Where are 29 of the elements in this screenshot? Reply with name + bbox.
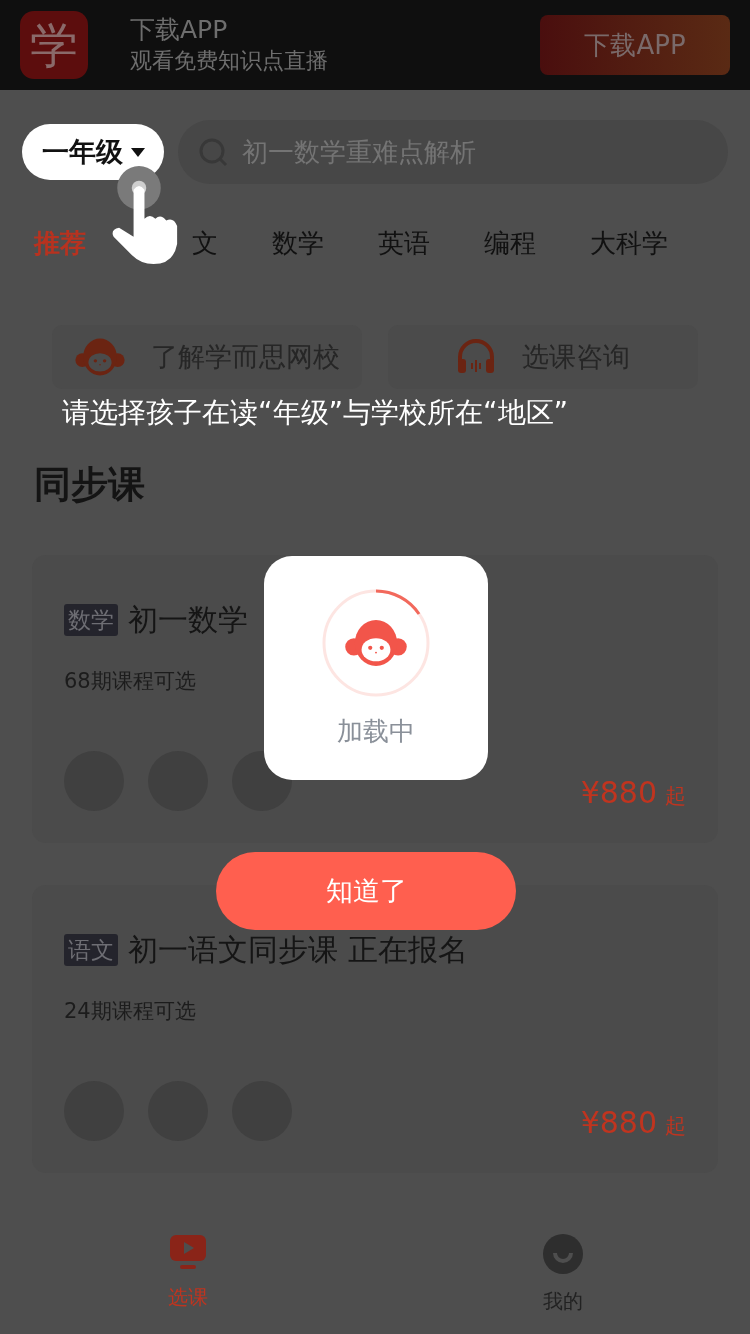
loading-spinner-icon bbox=[321, 588, 431, 698]
subject-tab[interactable]: 数学 bbox=[272, 224, 324, 263]
loading-label: 加载中 bbox=[337, 715, 415, 748]
nav-tab[interactable]: 选课 bbox=[0, 1234, 375, 1312]
subject-tab[interactable]: 英语 bbox=[378, 224, 430, 263]
guide-hint: 请选择孩子在读“年级”与学校所在“地区” bbox=[62, 395, 569, 431]
subject-tab[interactable]: 大科学 bbox=[590, 224, 668, 263]
subject-tab[interactable]: 文 bbox=[192, 224, 218, 263]
grade-selector[interactable]: 一年级 bbox=[22, 124, 164, 180]
price-suffix: 起 bbox=[665, 783, 686, 810]
price-suffix: 起 bbox=[665, 1113, 686, 1140]
subject-tag: 语文 bbox=[64, 933, 118, 966]
banner-title: 下载APP bbox=[130, 14, 229, 46]
tv-play-icon bbox=[168, 1234, 207, 1270]
monkey-logo-icon bbox=[345, 618, 407, 668]
headset-icon bbox=[456, 339, 496, 375]
course-price: ¥880 bbox=[580, 775, 657, 811]
caret-icon bbox=[130, 147, 145, 157]
course-price: ¥880 bbox=[580, 1105, 657, 1141]
app-logo: 学 bbox=[20, 11, 88, 79]
monkey-icon bbox=[74, 337, 125, 377]
banner-subtitle: 观看免费知识点直播 bbox=[130, 47, 328, 75]
section-title: 同步课 bbox=[34, 462, 145, 508]
subject-tab[interactable]: 推荐 bbox=[34, 224, 86, 263]
got-it-button[interactable]: 知道了 bbox=[216, 852, 516, 930]
subject-tag: 数学 bbox=[64, 603, 118, 636]
smile-icon bbox=[542, 1234, 583, 1274]
subject-tab[interactable]: 编程 bbox=[484, 224, 536, 263]
download-button[interactable]: 下载APP bbox=[540, 15, 730, 75]
